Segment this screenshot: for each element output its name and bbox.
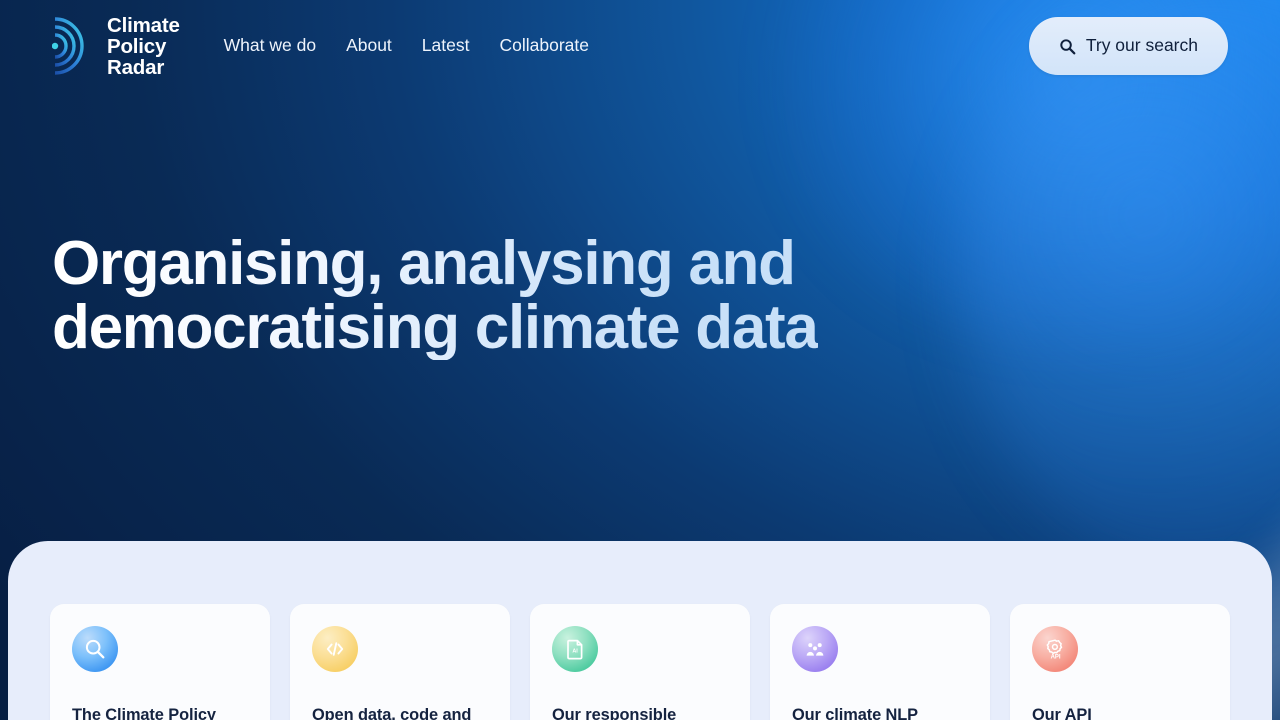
radar-arcs-icon bbox=[52, 17, 84, 75]
site-header: Climate Policy Radar What we do About La… bbox=[0, 0, 1280, 92]
feature-card-title: Our responsible approach to AI bbox=[552, 706, 677, 720]
gear-api-icon: API bbox=[1032, 626, 1078, 672]
feature-cards: The Climate Policy Radar Open data, code… bbox=[50, 604, 1230, 720]
feature-card-title: Our API bbox=[1032, 706, 1092, 720]
community-people-icon bbox=[792, 626, 838, 672]
hero-headline-line-2: democratising climate data bbox=[52, 293, 818, 362]
feature-card-api[interactable]: API Our API bbox=[1010, 604, 1230, 720]
svg-text:API: API bbox=[1051, 654, 1061, 660]
feature-card-title: Open data, code and AI models bbox=[312, 706, 472, 720]
code-brackets-icon bbox=[312, 626, 358, 672]
logo-text: Climate Policy Radar bbox=[107, 13, 180, 79]
ai-document-icon: AI bbox=[552, 626, 598, 672]
feature-card-climate-policy-radar[interactable]: The Climate Policy Radar bbox=[50, 604, 270, 720]
feature-card-responsible-ai[interactable]: AI Our responsible approach to AI bbox=[530, 604, 750, 720]
page-root: Climate Policy Radar What we do About La… bbox=[0, 0, 1280, 720]
svg-text:AI: AI bbox=[572, 648, 578, 654]
nav-item-about[interactable]: About bbox=[346, 37, 392, 55]
features-panel: The Climate Policy Radar Open data, code… bbox=[8, 541, 1272, 720]
hero-headline: Organising, analysing and democratising … bbox=[52, 232, 818, 360]
feature-card-title: Our climate NLP community bbox=[792, 706, 918, 720]
logo[interactable]: Climate Policy Radar bbox=[52, 14, 180, 78]
search-icon bbox=[72, 626, 118, 672]
search-button-label: Try our search bbox=[1085, 35, 1198, 56]
nav-item-what-we-do[interactable]: What we do bbox=[224, 37, 316, 55]
nav-item-latest[interactable]: Latest bbox=[422, 37, 470, 55]
main-nav: What we do About Latest Collaborate bbox=[224, 37, 589, 55]
feature-card-open-data-code-ai-models[interactable]: Open data, code and AI models bbox=[290, 604, 510, 720]
feature-card-title: The Climate Policy Radar bbox=[72, 706, 216, 720]
search-button[interactable]: Try our search bbox=[1028, 17, 1228, 75]
nav-item-collaborate[interactable]: Collaborate bbox=[499, 37, 589, 55]
search-icon bbox=[1060, 38, 1076, 54]
feature-card-climate-nlp-community[interactable]: Our climate NLP community bbox=[770, 604, 990, 720]
hero-headline-line-1: Organising, analysing and bbox=[52, 229, 795, 298]
